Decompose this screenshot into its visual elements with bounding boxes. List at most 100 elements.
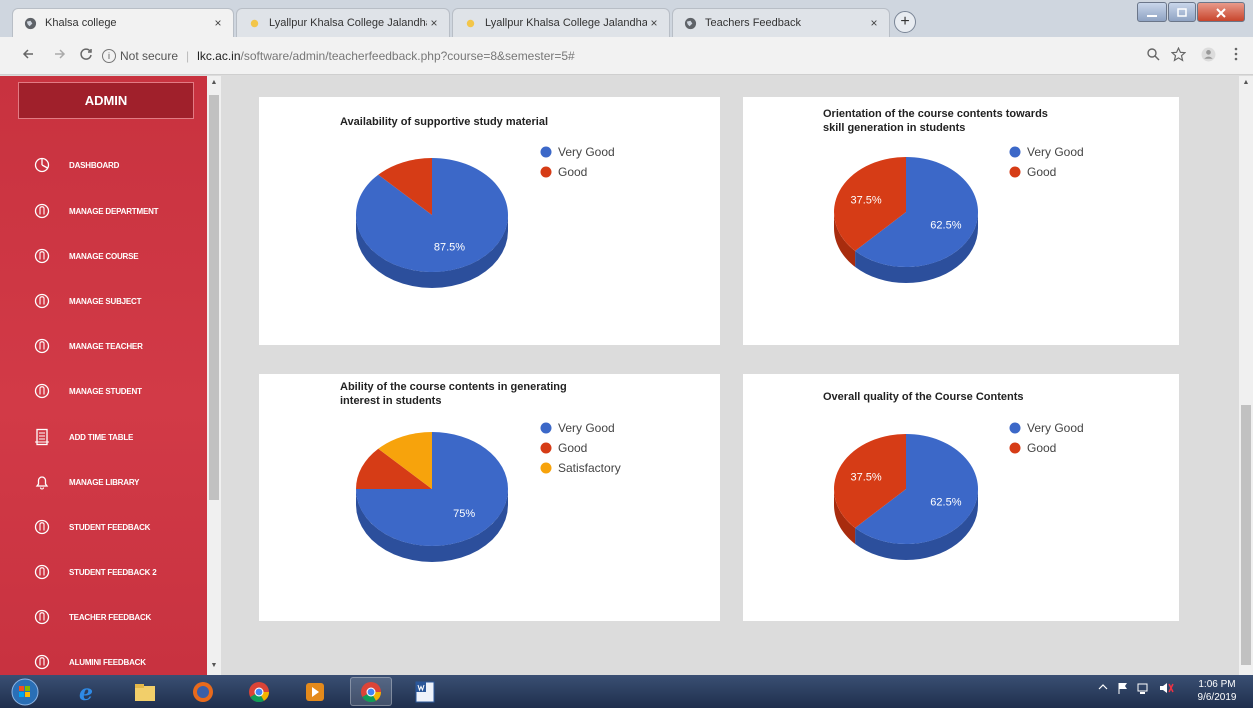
reload-button[interactable]: [78, 47, 94, 63]
start-button[interactable]: [8, 677, 42, 706]
tab-teachers-feedback[interactable]: Teachers Feedback ×: [672, 8, 890, 37]
legend-label: Good: [558, 165, 587, 179]
sidebar-item-label: DASHBOARD: [69, 160, 120, 170]
close-tab-icon[interactable]: ×: [427, 16, 441, 30]
circle-icon: [33, 382, 51, 400]
legend-label: Good: [1027, 441, 1056, 455]
info-icon[interactable]: i: [102, 49, 116, 63]
sidebar-scrollbar-thumb[interactable]: [209, 95, 219, 500]
close-tab-icon[interactable]: ×: [867, 16, 881, 30]
sidebar-item-manage-student[interactable]: MANAGE STUDENT: [0, 380, 207, 402]
taskbar-chrome[interactable]: [242, 677, 276, 706]
chart-title: interest in students: [340, 395, 441, 407]
arrow-right-icon: [55, 49, 66, 59]
admin-sidebar: ADMIN DASHBOARD MANAGE DEPARTMENT MANAGE C…: [0, 76, 207, 675]
globe-icon: [683, 16, 697, 30]
legend-label: Very Good: [558, 145, 615, 159]
admin-header[interactable]: ADMIN: [18, 82, 194, 119]
chart-title: skill generation in students: [823, 122, 965, 134]
legend-marker: [540, 422, 552, 434]
legend-item-good[interactable]: Good: [540, 441, 588, 455]
minimize-window-button[interactable]: [1137, 2, 1167, 22]
main-scrollbar-thumb[interactable]: [1241, 405, 1251, 665]
sidebar-item-manage-subject[interactable]: MANAGE SUBJECT: [0, 290, 207, 312]
legend-item-good[interactable]: Good: [540, 165, 588, 179]
legend-item-very-good[interactable]: Very Good: [540, 145, 615, 159]
sidebar-item-student-feedback[interactable]: STUDENT FEEDBACK: [0, 516, 207, 538]
taskbar-media-player[interactable]: [298, 677, 332, 706]
sidebar-item-label: ALUMINI FEEDBACK: [69, 657, 146, 667]
taskbar-chrome-active[interactable]: [350, 677, 392, 706]
sun-icon: [247, 16, 261, 30]
pie-data-label: 37.5%: [850, 194, 881, 206]
legend-item-good[interactable]: Good: [1009, 165, 1057, 179]
legend-label: Satisfactory: [558, 461, 621, 475]
bookmark-star-icon[interactable]: [1170, 46, 1186, 63]
sidebar-item-alumini-feedback[interactable]: ALUMINI FEEDBACK: [0, 651, 207, 673]
windows-logo-icon: [11, 678, 39, 705]
chart-title: Orientation of the course contents towar…: [823, 108, 1048, 120]
legend-item-very-good[interactable]: Very Good: [1009, 145, 1084, 159]
legend-item-good[interactable]: Good: [1009, 441, 1057, 455]
address-bar[interactable]: i Not secure | lkc.ac.in /software/admin…: [102, 45, 1102, 67]
circle-icon: [33, 292, 51, 310]
sidebar-item-label: MANAGE SUBJECT: [69, 296, 142, 306]
legend-item-satisfactory[interactable]: Satisfactory: [540, 461, 621, 475]
volume-icon[interactable]: [1158, 681, 1174, 698]
circle-icon: [33, 247, 51, 265]
sidebar-item-student-feedback-2[interactable]: STUDENT FEEDBACK 2: [0, 561, 207, 583]
close-tab-icon[interactable]: ×: [647, 16, 661, 30]
sidebar-item-teacher-feedback[interactable]: TEACHER FEEDBACK: [0, 606, 207, 628]
circle-icon: [33, 563, 51, 581]
sidebar-item-dashboard[interactable]: DASHBOARD: [0, 154, 207, 176]
taskbar-word[interactable]: [408, 677, 442, 706]
tab-khalsa-college[interactable]: Khalsa college ×: [12, 8, 234, 37]
pie-chart-overall-quality: Overall quality of the Course Contents 62…: [823, 391, 1084, 560]
sidebar-item-label: MANAGE COURSE: [69, 251, 139, 261]
url-host: lkc.ac.in: [197, 49, 241, 63]
new-tab-button[interactable]: +: [894, 11, 916, 33]
zoom-icon[interactable]: [1145, 47, 1161, 63]
back-button[interactable]: [20, 47, 36, 63]
reload-icon: [80, 48, 92, 60]
browser-toolbar: i Not secure | lkc.ac.in /software/admin…: [0, 37, 1253, 75]
tab-lyallpur-1[interactable]: Lyallpur Khalsa College Jalandhar ×: [236, 8, 450, 37]
taskbar-internet-explorer[interactable]: e: [70, 677, 104, 706]
system-clock[interactable]: 1:06 PM 9/6/2019: [1187, 678, 1247, 704]
pie-chart-generating-interest: Ability of the course contents in genera…: [340, 381, 621, 562]
show-hidden-icons-icon[interactable]: [1098, 681, 1108, 696]
sidebar-item-manage-teacher[interactable]: MANAGE TEACHER: [0, 335, 207, 357]
menu-kebab-icon[interactable]: [1228, 47, 1244, 63]
sidebar-item-add-time-table[interactable]: ADD TIME TABLE: [0, 426, 207, 448]
chart-card-overall-quality: Overall quality of the Course Contents 62…: [743, 374, 1179, 621]
network-icon[interactable]: [1136, 681, 1150, 698]
url-path: /software/admin/teacherfeedback.php?cour…: [240, 49, 575, 63]
taskbar-file-explorer[interactable]: [128, 677, 162, 706]
legend-label: Good: [1027, 165, 1056, 179]
word-document-icon: [415, 681, 435, 702]
legend-item-very-good[interactable]: Very Good: [1009, 421, 1084, 435]
action-center-flag-icon[interactable]: [1116, 681, 1130, 698]
close-tab-icon[interactable]: ×: [211, 16, 225, 30]
chart-card-skill-generation: Orientation of the course contents towar…: [743, 97, 1179, 345]
pie-data-label: 37.5%: [850, 471, 881, 483]
close-window-button[interactable]: [1197, 2, 1245, 22]
globe-icon: [23, 16, 37, 30]
sidebar-item-label: MANAGE DEPARTMENT: [69, 206, 159, 216]
legend-item-very-good[interactable]: Very Good: [540, 421, 615, 435]
scroll-up-icon[interactable]: ▲: [1241, 78, 1251, 88]
forward-button[interactable]: [52, 47, 68, 63]
media-player-icon: [306, 682, 324, 701]
profile-icon[interactable]: [1200, 47, 1216, 63]
sidebar-item-manage-course[interactable]: MANAGE COURSE: [0, 245, 207, 267]
sidebar-item-manage-department[interactable]: MANAGE DEPARTMENT: [0, 200, 207, 222]
tab-lyallpur-2[interactable]: Lyallpur Khalsa College Jalandhar ×: [452, 8, 670, 37]
scroll-down-icon[interactable]: ▼: [209, 661, 219, 671]
maximize-window-button[interactable]: [1168, 2, 1196, 22]
sidebar-item-manage-library[interactable]: MANAGE LIBRARY: [0, 471, 207, 493]
pie-chart-skill-generation: Orientation of the course contents towar…: [823, 108, 1084, 283]
windows-taskbar: e 1:06 PM 9/6/2019: [0, 675, 1253, 708]
taskbar-firefox[interactable]: [186, 677, 220, 706]
circle-icon: [33, 337, 51, 355]
scroll-up-icon[interactable]: ▲: [209, 78, 219, 88]
